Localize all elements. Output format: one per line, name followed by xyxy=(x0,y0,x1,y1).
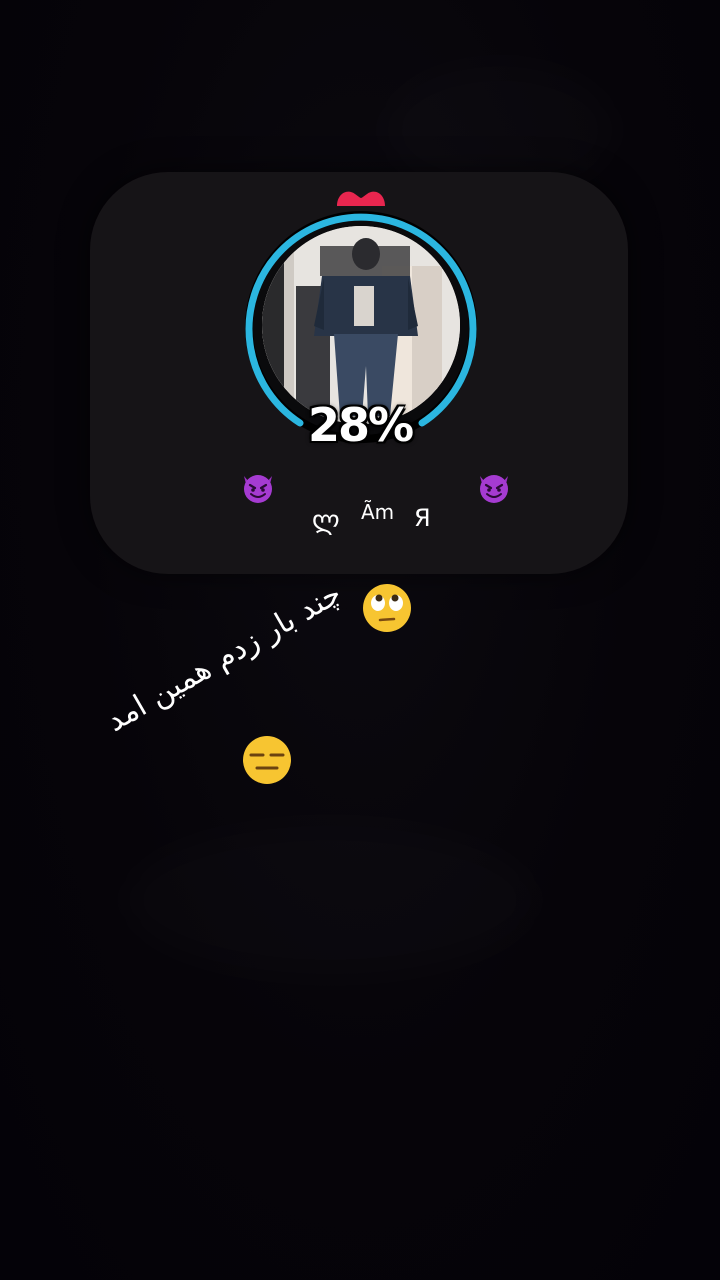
decorative-glyph-right: Я xyxy=(414,504,431,532)
battery-percent-label: 28% xyxy=(307,398,414,452)
background-blur xyxy=(120,820,540,980)
profile-photo xyxy=(262,226,460,424)
smiling-devil-icon xyxy=(244,475,272,503)
expressionless-face-icon xyxy=(243,736,291,784)
story-screen: 28% ლ Ãm Я چند بار زدم همین امد xyxy=(0,0,720,1280)
smiling-devil-icon xyxy=(480,475,508,503)
heart-icon xyxy=(337,191,385,206)
decorative-glyph-middle: Ãm xyxy=(361,500,395,524)
story-caption: چند بار زدم همین امد xyxy=(100,576,348,739)
decorative-glyph-left: ლ xyxy=(312,506,340,536)
